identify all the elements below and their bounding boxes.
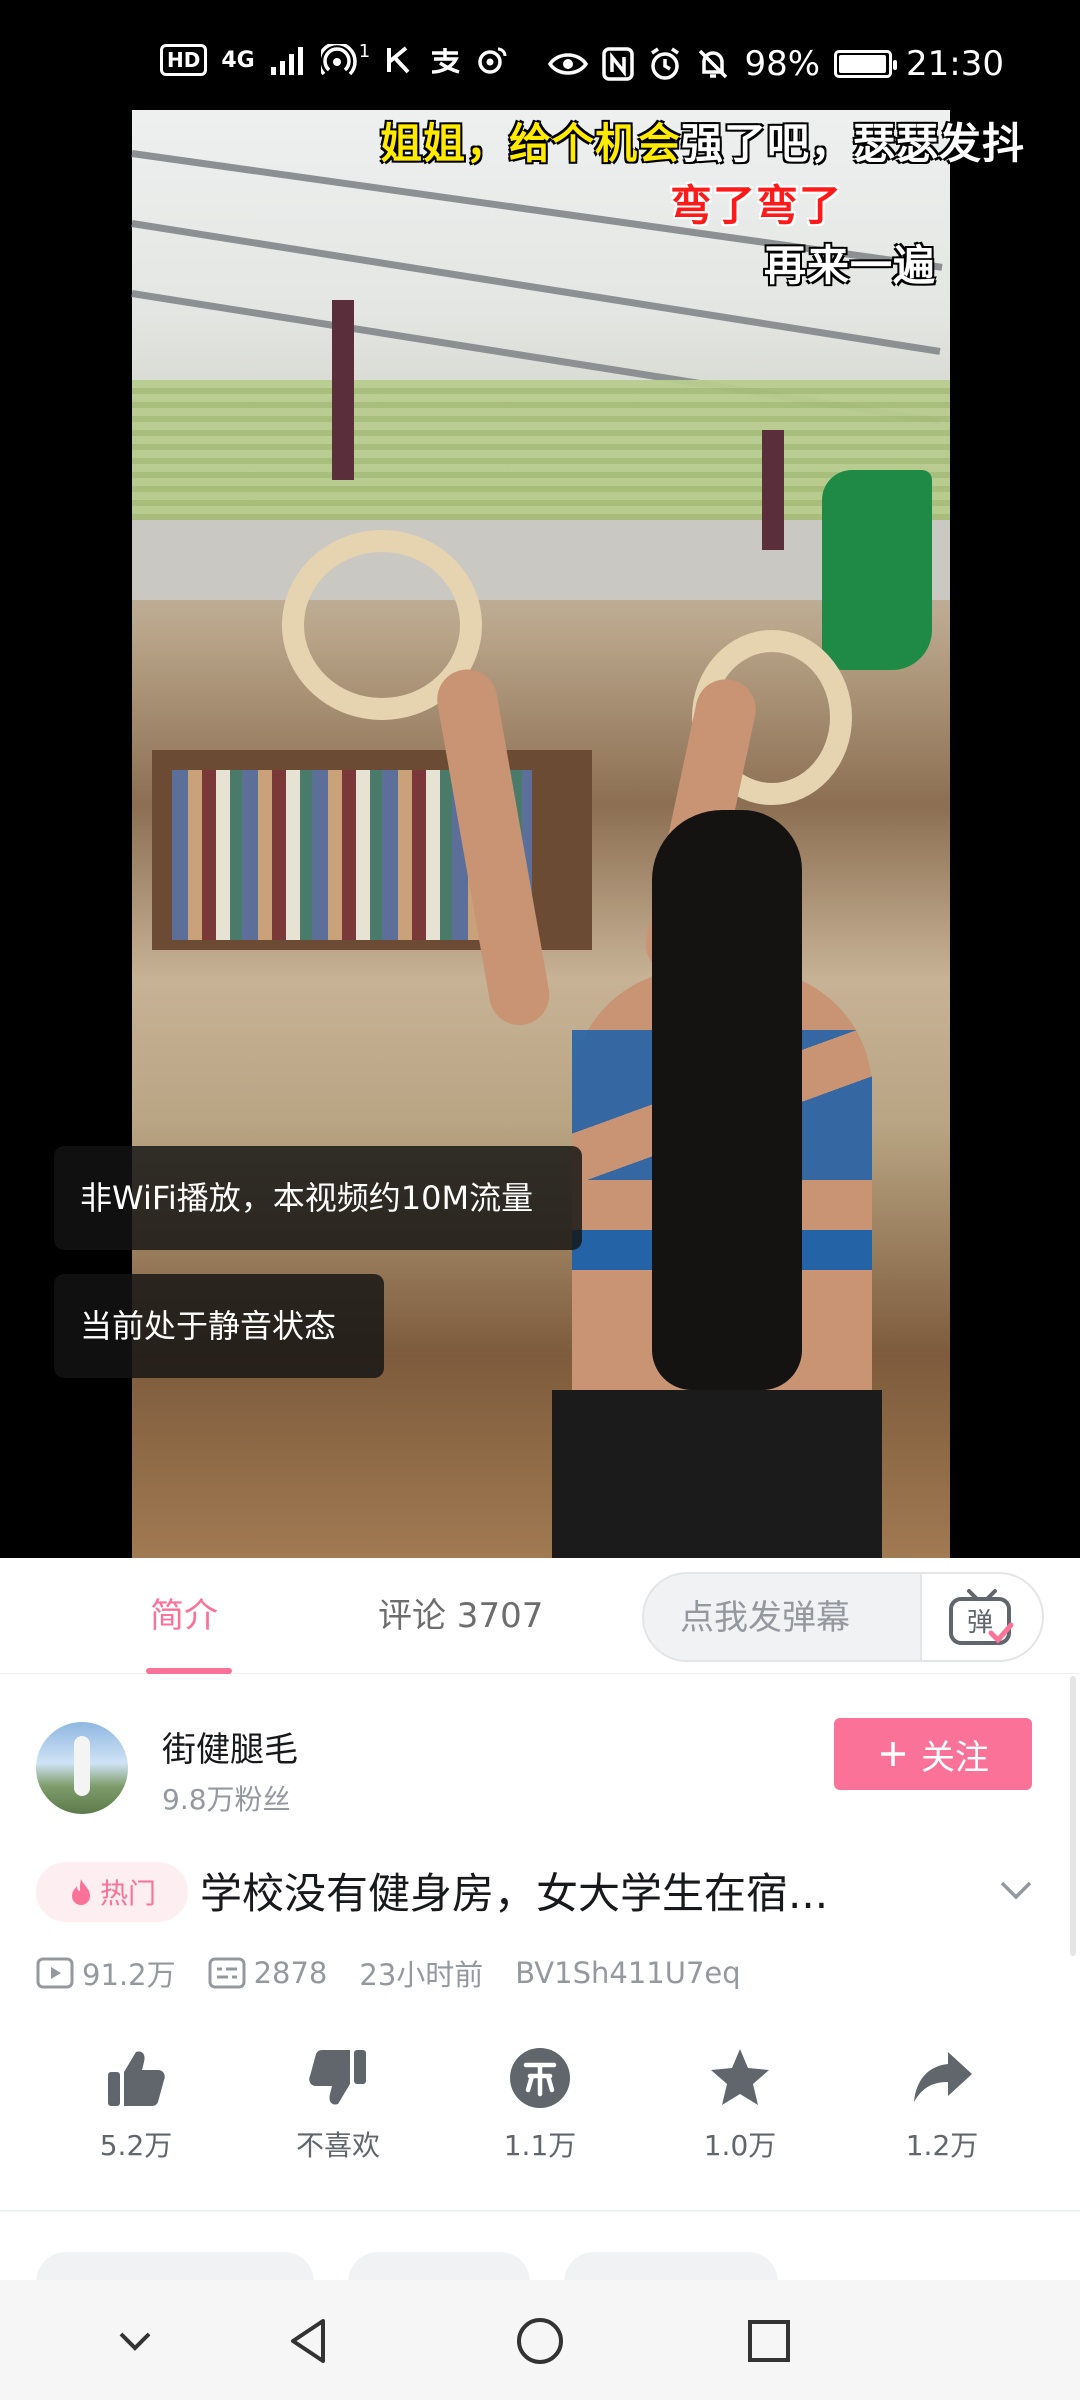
views-count: 91.2万 xyxy=(82,1958,176,1992)
home-circle-icon xyxy=(517,2318,563,2364)
dislike-label: 不喜欢 xyxy=(295,2129,380,2162)
thumbs-down-icon xyxy=(309,2050,366,2105)
danmaku-rest: 强了吧，瑟瑟发抖 xyxy=(681,119,1026,168)
alipay-icon xyxy=(432,48,460,74)
thumbs-up-icon xyxy=(108,2051,165,2106)
alarm-icon xyxy=(651,47,680,80)
hot-label: 热门 xyxy=(99,1877,156,1910)
share-button[interactable]: 1.2万 xyxy=(872,2046,1012,2164)
recents-square-icon xyxy=(748,2320,790,2362)
signal-icon xyxy=(270,47,303,75)
bvid[interactable]: BV1Sh411U7eq xyxy=(515,1956,740,1990)
star-icon xyxy=(711,2049,769,2105)
share-count: 1.2万 xyxy=(905,2129,979,2162)
status-left: HD 4G 1 xyxy=(160,40,508,76)
tab-comments[interactable]: 评论 3707 xyxy=(378,1558,543,1674)
ring-strap xyxy=(332,300,354,480)
uploader-fans: 9.8万粉丝 xyxy=(162,1783,291,1816)
views-stat: 91.2万 xyxy=(36,1952,176,1994)
status-right: 98% 21:30 xyxy=(548,44,1004,84)
danmaku-count-icon xyxy=(208,1957,246,1989)
uploader-info: 街健腿毛 9.8万粉丝 关注 xyxy=(0,1674,1080,1844)
like-button[interactable]: 5.2万 xyxy=(66,2046,206,2164)
danmaku-input[interactable]: 点我发弹幕 弹 xyxy=(642,1572,1044,1662)
follow-button[interactable]: 关注 xyxy=(834,1718,1032,1790)
video-stats: 91.2万 2878 23小时前 BV1Sh411U7eq xyxy=(36,1948,773,1998)
plus-icon xyxy=(881,1742,905,1766)
nav-recents-button[interactable] xyxy=(734,2306,804,2376)
danmaku-comment: 弯了弯了 xyxy=(670,181,843,230)
coin-count: 1.1万 xyxy=(503,2129,577,2162)
avatar-figure xyxy=(74,1736,90,1796)
battery-fill xyxy=(839,55,887,73)
danmaku-count: 2878 xyxy=(253,1956,328,1990)
danmaku-input-placeholder: 点我发弹幕 xyxy=(680,1598,850,1638)
avatar[interactable] xyxy=(36,1722,128,1814)
status-bar: HD 4G 1 98% 21:30 xyxy=(0,0,1080,110)
chevron-down-icon[interactable] xyxy=(994,1868,1038,1912)
chevron-down-icon xyxy=(119,2332,151,2351)
uploader-name[interactable]: 街健腿毛 xyxy=(162,1722,298,1771)
nav-hide-button[interactable] xyxy=(100,2306,170,2376)
play-count-icon xyxy=(36,1957,74,1989)
nfc-icon xyxy=(602,47,635,81)
detail-tabs: 简介 评论 3707 点我发弹幕 弹 xyxy=(0,1558,1080,1674)
nav-home-button[interactable] xyxy=(505,2306,575,2376)
clock: 21:30 xyxy=(906,44,1004,84)
publish-time: 23小时前 xyxy=(359,1958,484,1992)
app-notification-k-icon xyxy=(387,46,410,74)
hotspot-icon xyxy=(320,44,357,76)
favorite-count: 1.0万 xyxy=(703,2129,777,2162)
hair xyxy=(652,810,802,1390)
like-count: 5.2万 xyxy=(99,2129,173,2162)
network-label: 4G xyxy=(221,47,255,73)
danmaku-comment: 再来一遍 xyxy=(764,241,937,290)
dislike-button[interactable]: 不喜欢 xyxy=(268,2046,408,2164)
coin-button[interactable]: 1.1万 xyxy=(470,2046,610,2164)
mute-bell-icon xyxy=(699,49,728,79)
pants xyxy=(552,1390,882,1558)
back-triangle-icon xyxy=(291,2319,325,2363)
battery-percent: 98% xyxy=(744,44,821,84)
danmaku-tv-icon: 弹 xyxy=(949,1589,1014,1645)
divider xyxy=(0,2210,1080,2212)
favorite-button[interactable]: 1.0万 xyxy=(670,2046,810,2164)
video-title[interactable]: 学校没有健身房，女大学生在宿... xyxy=(200,1860,828,1921)
coin-icon xyxy=(510,2048,570,2108)
hd-badge: HD xyxy=(160,44,208,76)
danmaku-toggle-button[interactable]: 弹 xyxy=(920,1574,1042,1660)
danmaku-highlight: 姐姐，给个机会 xyxy=(380,119,682,168)
battery-icon xyxy=(834,50,898,78)
share-arrow-icon xyxy=(914,2052,972,2102)
data-usage-toast: 非WiFi播放，本视频约10M流量 xyxy=(54,1146,582,1250)
system-nav-bar xyxy=(0,2280,1080,2400)
follow-label: 关注 xyxy=(921,1737,989,1778)
hot-badge[interactable]: 热门 xyxy=(36,1862,188,1922)
nav-back-button[interactable] xyxy=(274,2306,344,2376)
ring-strap xyxy=(762,430,784,550)
flame-icon xyxy=(71,1879,90,1905)
tab-intro[interactable]: 简介 xyxy=(150,1558,218,1674)
mute-status-toast: 当前处于静音状态 xyxy=(54,1274,384,1378)
danmaku-stat: 2878 xyxy=(208,1956,328,1990)
weibo-icon xyxy=(478,47,507,74)
danmaku-comment: 姐姐，给个机会强了吧，瑟瑟发抖 xyxy=(380,110,1025,171)
video-title-row: 热门 学校没有健身房，女大学生在宿... xyxy=(0,1844,1080,1942)
hotspot-count: 1 xyxy=(358,40,371,62)
video-player[interactable]: 姐姐，给个机会强了吧，瑟瑟发抖 弯了弯了 再来一遍 非WiFi播放，本视频约10… xyxy=(0,110,1080,1558)
green-towel xyxy=(822,470,932,670)
action-bar: 5.2万 不喜欢 1.1万 1.0万 1.2万 xyxy=(0,2046,1080,2196)
eye-comfort-icon xyxy=(548,53,589,75)
